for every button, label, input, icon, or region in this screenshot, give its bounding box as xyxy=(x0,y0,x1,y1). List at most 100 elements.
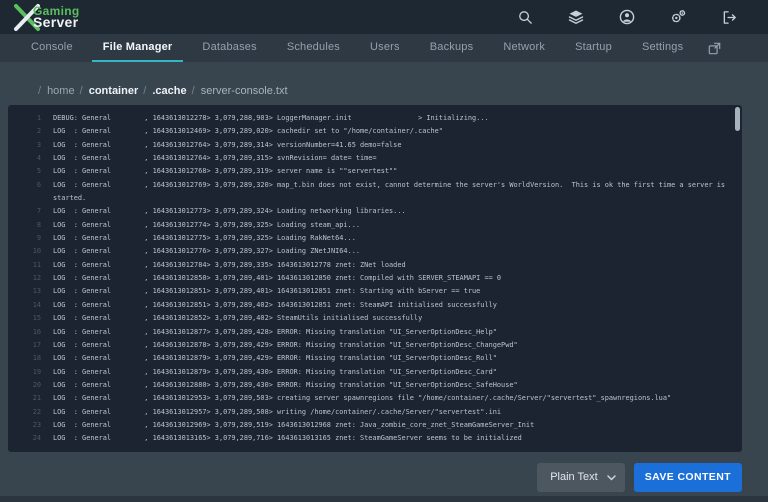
log-line: 2 LOG : General , 1643613012469> 3,079,28… xyxy=(8,125,742,138)
line-number: 18 xyxy=(32,354,41,363)
breadcrumb-segment[interactable]: server-console.txt xyxy=(201,85,288,97)
breadcrumb-item: / server-console.txt xyxy=(192,85,288,97)
nav-tab[interactable]: Startup xyxy=(564,34,623,62)
breadcrumb-segment[interactable]: home xyxy=(47,85,75,97)
line-number: 5 xyxy=(36,167,41,176)
line-text: LOG : General , 1643613012852> 3,079,289… xyxy=(53,314,423,323)
log-line: 21 LOG : General , 1643613012953> 3,079,2… xyxy=(8,392,742,405)
nav-tab[interactable]: Settings xyxy=(631,34,694,62)
line-number: 21 xyxy=(32,394,41,403)
line-number: 9 xyxy=(36,234,41,243)
nav-tabs: Console File Manager Databases Schedules… xyxy=(0,34,768,62)
line-number: 20 xyxy=(32,380,41,389)
nav-tab-label: Console xyxy=(31,41,73,53)
code-editor[interactable]: 1 DEBUG: General , 1643613012278> 3,079,2… xyxy=(8,105,742,452)
line-text: LOG : General , 1643613012969> 3,079,289… xyxy=(53,420,535,429)
user-icon[interactable] xyxy=(614,4,640,30)
log-line: 1 DEBUG: General , 1643613012278> 3,079,2… xyxy=(8,112,742,125)
line-number: 7 xyxy=(36,207,41,216)
line-number: 14 xyxy=(32,300,41,309)
line-number: 24 xyxy=(32,434,41,443)
log-line: 14 LOG : General , 1643613012851> 3,079,2… xyxy=(8,299,742,312)
nav-tab[interactable]: Schedules xyxy=(276,34,351,62)
line-text: LOG : General , 1643613012764> 3,079,289… xyxy=(53,140,402,149)
log-line: 20 LOG : General , 1643613012880> 3,079,2… xyxy=(8,379,742,392)
log-line: 19 LOG : General , 1643613012879> 3,079,2… xyxy=(8,366,742,379)
nav-tab[interactable]: Users xyxy=(359,34,411,62)
log-line: 11 LOG : General , 1643613012784> 3,079,2… xyxy=(8,259,742,272)
nav-tab-label: Backups xyxy=(429,41,474,53)
line-number: 16 xyxy=(32,327,41,336)
line-text: LOG : General , 1643613012877> 3,079,289… xyxy=(53,327,497,336)
line-number: 11 xyxy=(32,260,41,269)
open-in-new-icon[interactable] xyxy=(698,34,731,62)
breadcrumb-segment[interactable]: .cache xyxy=(152,85,186,97)
logout-icon[interactable] xyxy=(716,4,742,30)
line-number: 1 xyxy=(36,114,41,122)
line-text: DEBUG: General , 1643613012278> 3,079,28… xyxy=(53,114,489,122)
line-text: LOG : General , 1643613012957> 3,079,289… xyxy=(53,407,502,416)
nav-tab-label: Users xyxy=(369,41,400,53)
log-line: 7 LOG : General , 1643613012773> 3,079,28… xyxy=(8,205,742,218)
server-panel-screen: Gaming Server Console File Manager Datab… xyxy=(0,0,768,502)
line-text: LOG : General , 1643613012784> 3,079,289… xyxy=(53,260,406,269)
log-line: 23 LOG : General , 1643613012969> 3,079,2… xyxy=(8,419,742,432)
nav-tab-label: Startup xyxy=(575,41,612,53)
nav-tab-label: Databases xyxy=(202,41,257,53)
nav-tab-label: File Manager xyxy=(102,41,173,53)
nav-tab-label: Settings xyxy=(641,41,684,53)
gears-icon[interactable] xyxy=(665,4,691,30)
line-number: 15 xyxy=(32,314,41,323)
line-text: LOG : General , 1643613012851> 3,079,289… xyxy=(53,300,497,309)
nav-tab[interactable]: Backups xyxy=(419,34,485,62)
breadcrumb-item: / home xyxy=(38,85,75,97)
nav-tab[interactable]: Databases xyxy=(191,34,267,62)
line-text: LOG : General , 1643613012764> 3,079,289… xyxy=(53,154,377,163)
line-text: LOG : General , 1643613012879> 3,079,289… xyxy=(53,354,497,363)
top-header: Gaming Server xyxy=(0,0,768,34)
line-number: 10 xyxy=(32,247,41,256)
editor-lines: 1 DEBUG: General , 1643613012278> 3,079,2… xyxy=(8,112,742,446)
breadcrumb-item: / container xyxy=(80,85,139,97)
breadcrumb-separator: / xyxy=(79,85,83,97)
line-text: LOG : General , 1643613012769> 3,079,289… xyxy=(53,180,730,203)
log-line: 18 LOG : General , 1643613012879> 3,079,2… xyxy=(8,352,742,365)
log-line: 24 LOG : General , 1643613013165> 3,079,2… xyxy=(8,432,742,445)
nav-tab-label: Network xyxy=(503,41,546,53)
language-select[interactable]: Plain Text xyxy=(537,462,625,492)
line-number: 2 xyxy=(36,127,41,136)
log-line: 3 LOG : General , 1643613012764> 3,079,28… xyxy=(8,139,742,152)
breadcrumb-separator: / xyxy=(191,85,195,97)
line-number: 8 xyxy=(36,220,41,229)
log-line: 10 LOG : General , 1643613012776> 3,079,2… xyxy=(8,245,742,258)
line-number: 22 xyxy=(32,407,41,416)
nav-tab[interactable]: Console xyxy=(20,34,84,62)
line-text: LOG : General , 1643613012851> 3,079,289… xyxy=(53,287,481,296)
save-content-button[interactable]: SAVE CONTENT xyxy=(633,462,742,492)
line-number: 13 xyxy=(32,287,41,296)
header-icons xyxy=(512,4,742,30)
app-logo[interactable]: Gaming Server xyxy=(12,2,79,32)
line-text: LOG : General , 1643613012773> 3,079,289… xyxy=(53,207,406,216)
nav-tab[interactable]: File Manager xyxy=(91,34,184,62)
breadcrumb-item: / .cache xyxy=(143,85,186,97)
line-text: LOG : General , 1643613012775> 3,079,289… xyxy=(53,234,356,243)
log-line: 22 LOG : General , 1643613012957> 3,079,2… xyxy=(8,406,742,419)
line-number: 6 xyxy=(36,180,41,189)
editor-scrollbar-thumb[interactable] xyxy=(735,107,740,131)
line-number: 23 xyxy=(32,420,41,429)
breadcrumb-segment[interactable]: container xyxy=(89,85,139,97)
log-line: 12 LOG : General , 1643613012850> 3,079,2… xyxy=(8,272,742,285)
log-line: 8 LOG : General , 1643613012774> 3,079,28… xyxy=(8,219,742,232)
nav-tab[interactable]: Network xyxy=(492,34,556,62)
line-text: LOG : General , 1643613012953> 3,079,289… xyxy=(53,394,672,403)
line-text: LOG : General , 1643613012880> 3,079,289… xyxy=(53,380,518,389)
layers-icon[interactable] xyxy=(563,4,589,30)
line-text: LOG : General , 1643613012879> 3,079,289… xyxy=(53,367,497,376)
line-number: 3 xyxy=(36,140,41,149)
logo-text: Gaming Server xyxy=(33,5,79,29)
log-line: 4 LOG : General , 1643613012764> 3,079,28… xyxy=(8,152,742,165)
search-icon[interactable] xyxy=(512,4,538,30)
log-line: 13 LOG : General , 1643613012851> 3,079,2… xyxy=(8,285,742,298)
line-number: 19 xyxy=(32,367,41,376)
